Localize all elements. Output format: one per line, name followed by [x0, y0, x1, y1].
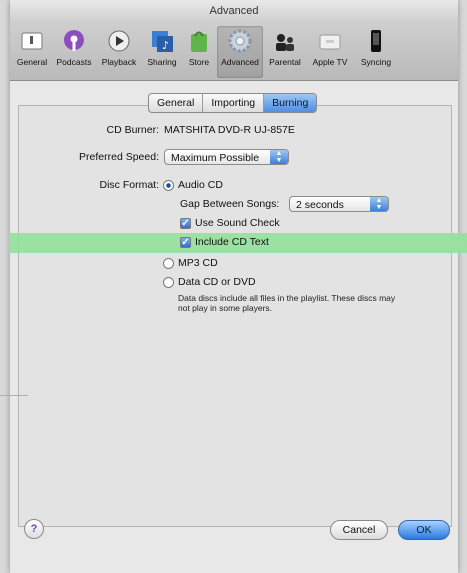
svg-text:♪: ♪	[162, 39, 169, 52]
toolbar-playback[interactable]: Playback	[98, 26, 140, 78]
apple-tv-icon	[319, 34, 341, 50]
toolbar-sharing-label: Sharing	[147, 57, 177, 67]
advanced-icon	[228, 29, 252, 53]
cancel-button[interactable]: Cancel	[330, 520, 388, 540]
toolbar-sharing[interactable]: ♪ Sharing	[142, 26, 182, 78]
tab-general[interactable]: General	[149, 94, 204, 112]
toolbar-advanced-label: Advanced	[221, 57, 259, 67]
toolbar-general[interactable]: General	[12, 26, 52, 78]
popup-arrows-icon: ▲ ▼	[270, 150, 288, 164]
toolbar-store[interactable]: Store	[182, 26, 216, 78]
use-sound-check-checkbox[interactable]: ✓	[180, 218, 191, 229]
help-button[interactable]: ?	[24, 519, 44, 539]
syncing-icon	[371, 30, 381, 52]
popup-arrows-icon: ▲ ▼	[370, 197, 388, 211]
gap-between-songs-value: 2 seconds	[296, 199, 344, 211]
toolbar-store-label: Store	[188, 57, 210, 67]
audio-cd-radio[interactable]	[163, 180, 174, 191]
preferred-speed-popup[interactable]: Maximum Possible ▲ ▼	[164, 149, 289, 165]
mp3-cd-label: MP3 CD	[178, 257, 218, 269]
toolbar-general-label: General	[16, 57, 48, 67]
toolbar-parental[interactable]: Parental	[265, 26, 305, 78]
gap-between-songs-label: Gap Between Songs:	[180, 198, 280, 210]
mp3-cd-radio[interactable]	[163, 258, 174, 269]
preferences-window: Advanced General Podcasts Playback ♪ Sha…	[9, 0, 467, 573]
tab-importing[interactable]: Importing	[203, 94, 265, 112]
general-icon	[21, 32, 43, 50]
playback-icon	[108, 30, 130, 52]
audio-cd-label: Audio CD	[178, 179, 223, 191]
preferences-toolbar: General Podcasts Playback ♪ Sharing Stor…	[10, 22, 458, 81]
use-sound-check-label: Use Sound Check	[195, 217, 280, 229]
preferences-content: CD Burner: MATSHITA DVD-R UJ-857E Prefer…	[9, 81, 467, 573]
toolbar-apple-tv[interactable]: Apple TV	[306, 26, 354, 78]
gap-between-songs-popup[interactable]: 2 seconds ▲ ▼	[289, 196, 389, 212]
toolbar-playback-label: Playback	[101, 57, 137, 67]
toolbar-syncing-label: Syncing	[360, 57, 392, 67]
preferences-tabs: General Importing Burning	[148, 93, 318, 113]
disc-format-label: Disc Format:	[99, 179, 159, 191]
cd-burner-value: MATSHITA DVD-R UJ-857E	[164, 124, 295, 136]
toolbar-apple-tv-label: Apple TV	[312, 57, 348, 67]
toolbar-podcasts-label: Podcasts	[56, 57, 92, 67]
podcasts-icon	[64, 30, 84, 51]
ok-button[interactable]: OK	[398, 520, 450, 540]
parental-icon	[276, 34, 294, 51]
tab-burning[interactable]: Burning	[264, 94, 317, 112]
include-cd-text-label: Include CD Text	[195, 236, 269, 248]
toolbar-syncing[interactable]: Syncing	[356, 26, 396, 78]
data-cd-radio[interactable]	[163, 277, 174, 288]
preferred-speed-value: Maximum Possible	[171, 152, 260, 164]
toolbar-parental-label: Parental	[269, 57, 301, 67]
include-cd-text-checkbox[interactable]: ✓	[180, 237, 191, 248]
toolbar-advanced[interactable]: Advanced	[217, 26, 263, 78]
store-icon	[191, 31, 207, 52]
data-cd-label: Data CD or DVD	[178, 276, 256, 288]
burning-panel: CD Burner: MATSHITA DVD-R UJ-857E Prefer…	[9, 105, 467, 527]
preferred-speed-label: Preferred Speed:	[79, 151, 159, 163]
cd-burner-label: CD Burner:	[106, 124, 159, 136]
data-disc-note: Data discs include all files in the play…	[178, 293, 396, 313]
edge-mark	[0, 395, 28, 396]
sharing-icon: ♪	[152, 31, 173, 52]
window-title: Advanced	[10, 0, 458, 22]
toolbar-podcasts[interactable]: Podcasts	[52, 26, 96, 78]
